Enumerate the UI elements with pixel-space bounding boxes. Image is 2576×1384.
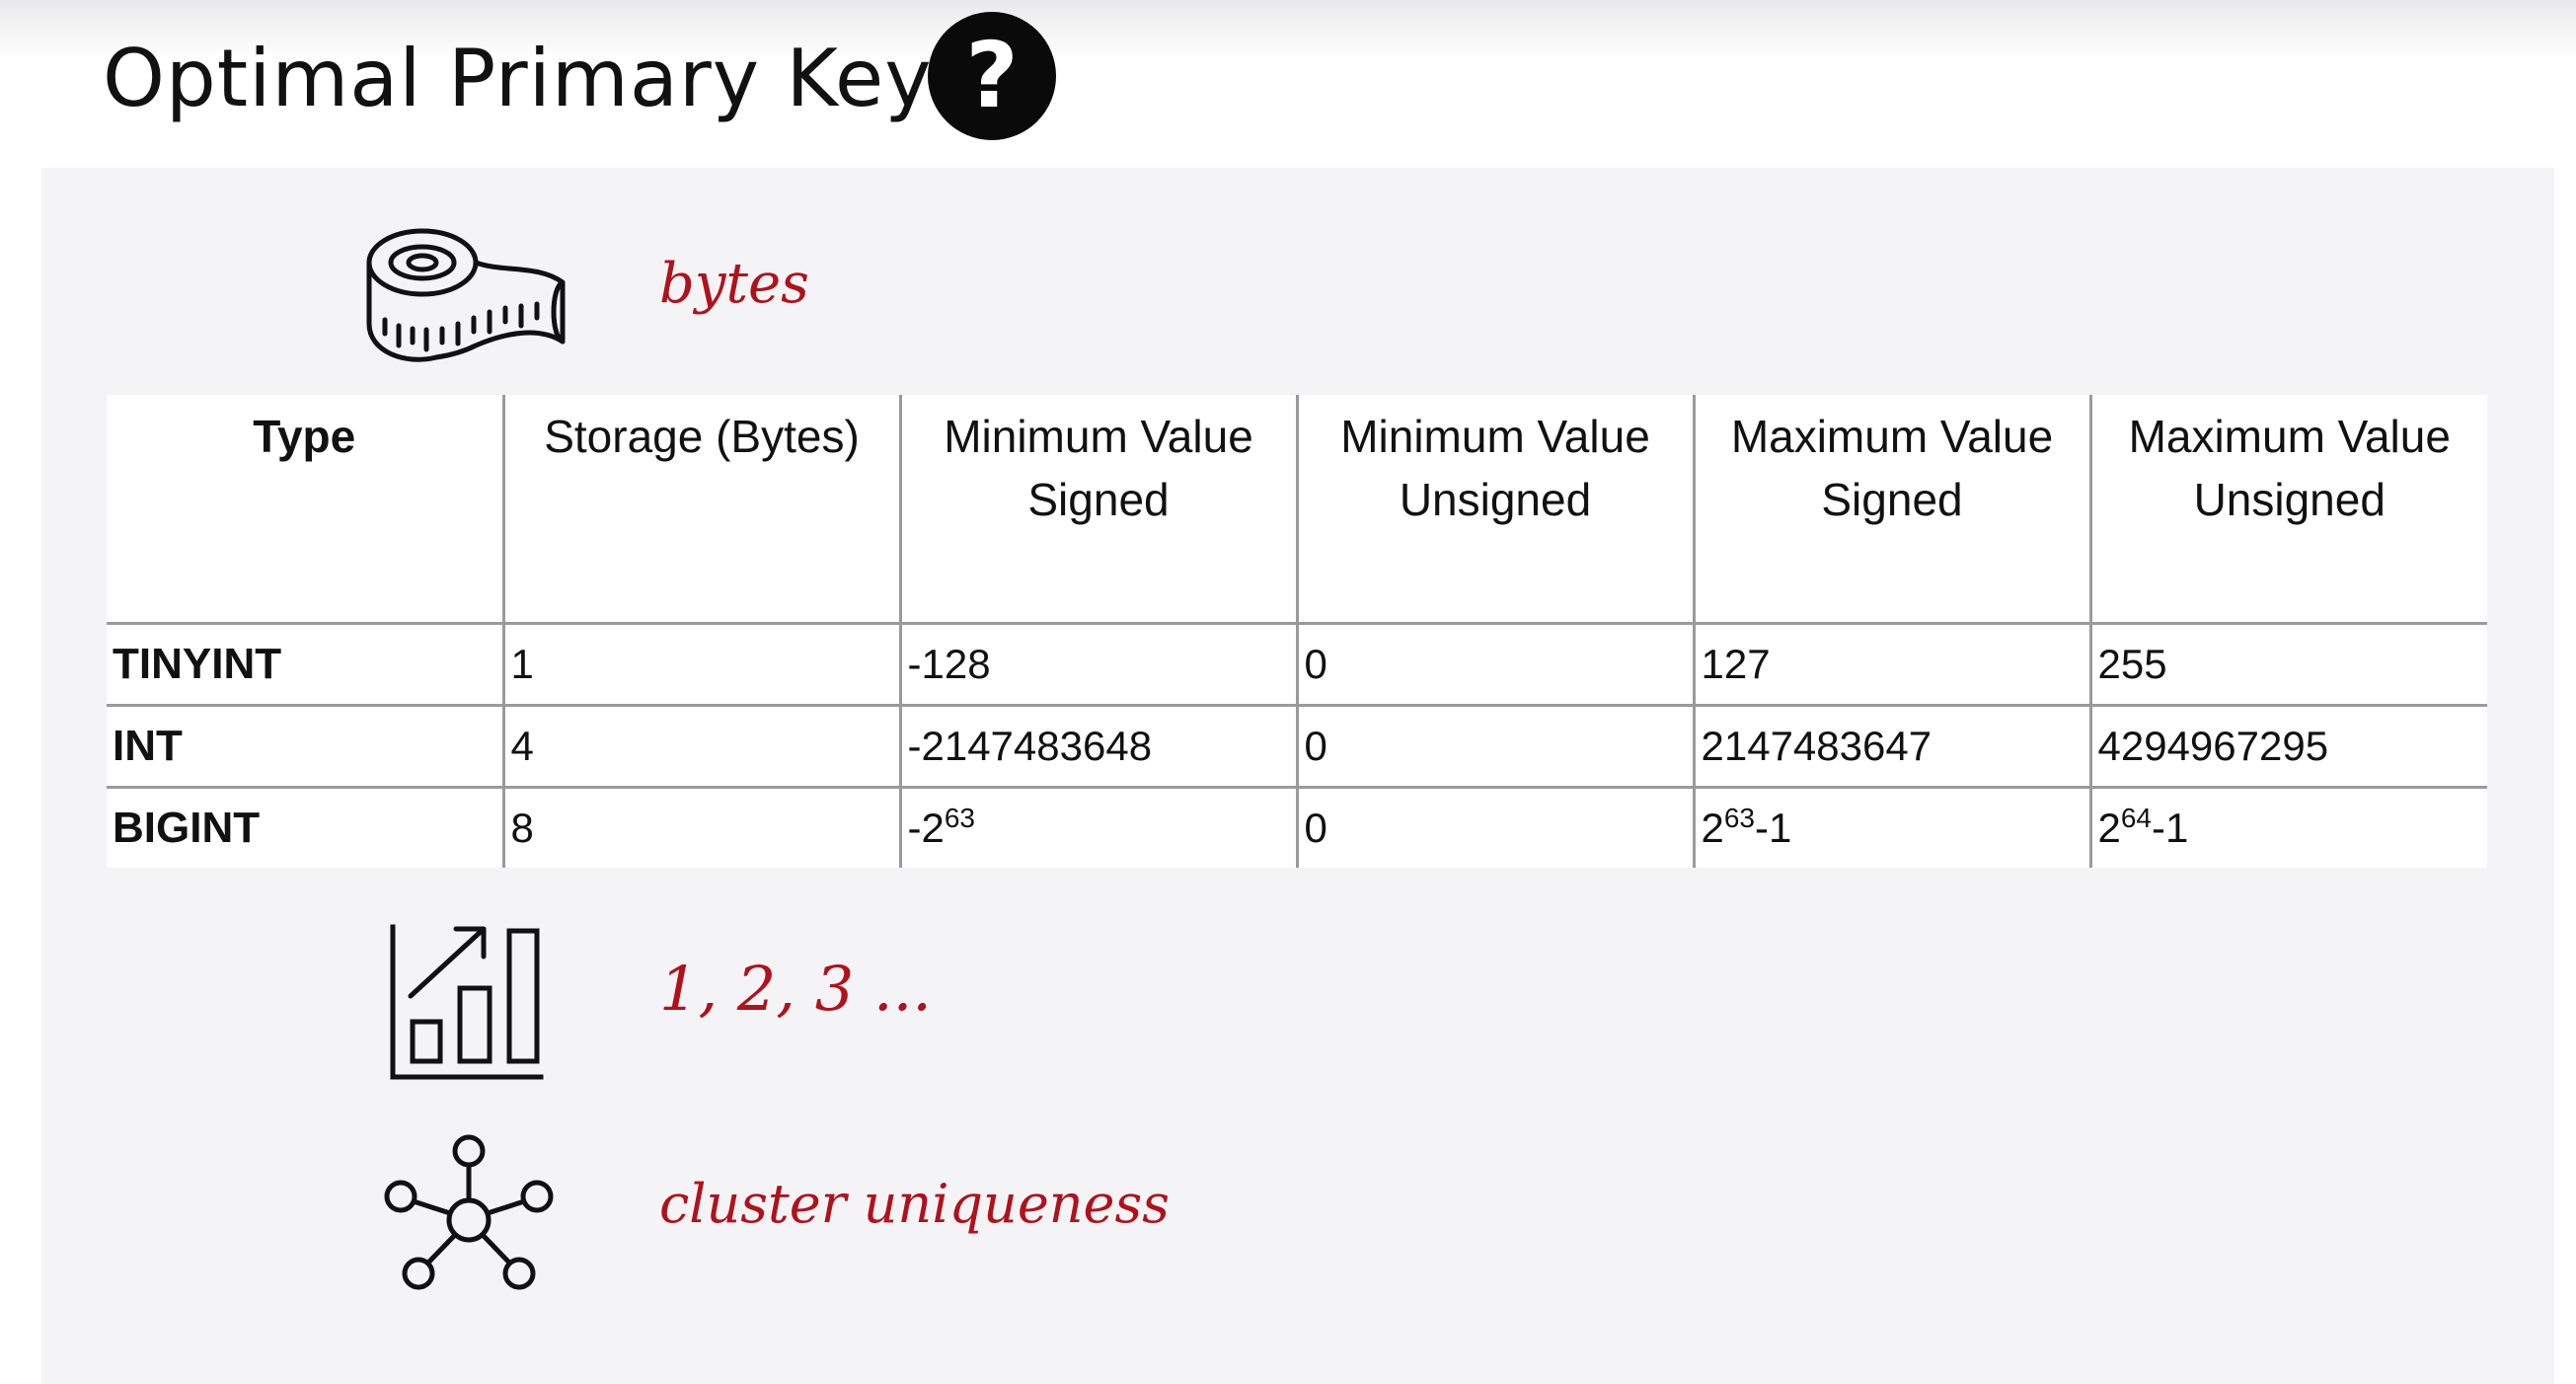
header-line: Unsigned <box>1399 474 1592 525</box>
column-header-min-unsigned: Minimum Value Unsigned <box>1297 395 1696 625</box>
column-header-storage: Storage (Bytes) <box>503 395 902 625</box>
sequence-annotation: 1, 2, 3 ... <box>659 953 933 1025</box>
max-unsigned-cell: 264-1 <box>2090 788 2487 869</box>
header-line: Storage (Bytes) <box>544 411 860 462</box>
header-line: Minimum Value <box>944 411 1253 462</box>
header-line: Maximum Value <box>2128 411 2451 462</box>
table-header-row: Type Storage (Bytes) Minimum Value Signe… <box>107 395 2487 625</box>
value-base: -128 <box>907 641 991 687</box>
header-line: Unsigned <box>2193 474 2386 525</box>
value-base: 2 <box>2097 805 2121 851</box>
header-line: Signed <box>1821 474 1963 525</box>
table-row: INT 4 -2147483648 0 2147483647 429496729… <box>107 705 2487 789</box>
column-header-max-unsigned: Maximum Value Unsigned <box>2090 395 2487 625</box>
value-suffix: -1 <box>2152 805 2189 851</box>
integer-types-table: Type Storage (Bytes) Minimum Value Signe… <box>107 395 2487 868</box>
value-base: 127 <box>1701 641 1771 687</box>
column-header-max-signed: Maximum Value Signed <box>1694 395 2092 625</box>
storage-cell: 4 <box>503 705 902 789</box>
header-line: Type <box>253 411 356 462</box>
table-row: TINYINT 1 -128 0 127 255 <box>107 623 2487 707</box>
min-signed-cell: -128 <box>900 623 1299 707</box>
max-unsigned-cell: 4294967295 <box>2090 705 2487 789</box>
min-unsigned-cell: 0 <box>1297 705 1696 789</box>
value-exponent: 63 <box>944 803 976 833</box>
question-circle-icon: ? <box>928 12 1056 140</box>
table-row: BIGINT 8 -263 0 263-1 264-1 <box>107 787 2487 869</box>
measuring-tape-icon <box>365 225 572 368</box>
type-cell: TINYINT <box>107 623 505 707</box>
max-signed-cell: 263-1 <box>1694 787 2092 868</box>
min-unsigned-cell: 0 <box>1297 787 1696 868</box>
column-header-min-signed: Minimum Value Signed <box>900 395 1299 625</box>
type-cell: BIGINT <box>107 787 505 868</box>
header-line: Signed <box>1027 474 1170 525</box>
value-base: 4294967295 <box>2097 723 2329 769</box>
value-base: -2147483648 <box>907 723 1153 769</box>
max-unsigned-cell: 255 <box>2090 623 2487 707</box>
page-title: Optimal Primary Key <box>103 33 933 124</box>
value-exponent: 63 <box>1723 803 1756 833</box>
bytes-annotation: bytes <box>659 252 809 316</box>
column-header-type: Type <box>107 395 505 625</box>
value-base: 2 <box>1701 805 1724 851</box>
value-suffix: -1 <box>1755 805 1792 851</box>
min-signed-cell: -263 <box>900 787 1299 868</box>
min-unsigned-cell: 0 <box>1297 623 1696 707</box>
storage-cell: 1 <box>503 623 902 707</box>
max-signed-cell: 2147483647 <box>1694 705 2092 789</box>
value-base: -2 <box>907 805 945 851</box>
max-signed-cell: 127 <box>1694 623 2092 707</box>
type-cell: INT <box>107 705 505 789</box>
value-base: 255 <box>2097 641 2167 687</box>
header-line: Minimum Value <box>1340 411 1650 462</box>
value-base: 2147483647 <box>1701 723 1932 769</box>
header-line: Maximum Value <box>1730 411 2054 462</box>
storage-cell: 8 <box>503 787 902 868</box>
cluster-annotation: cluster uniqueness <box>659 1173 1170 1235</box>
min-signed-cell: -2147483648 <box>900 705 1299 789</box>
value-exponent: 64 <box>2120 803 2153 833</box>
growth-chart-icon <box>387 923 547 1081</box>
network-hub-icon <box>383 1133 556 1296</box>
